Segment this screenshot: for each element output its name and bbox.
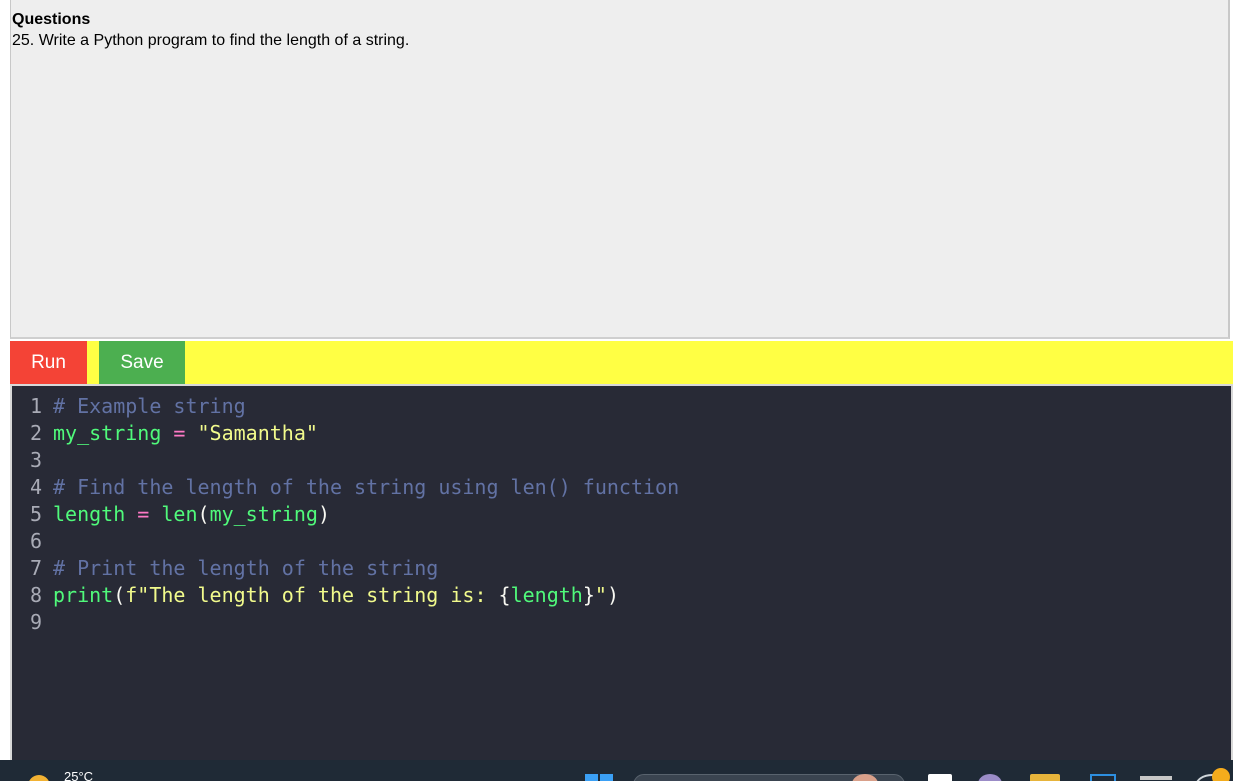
mail-app-icon[interactable] <box>1140 776 1172 780</box>
line-number: 9 <box>30 610 43 634</box>
question-panel: Questions 25. Write a Python program to … <box>10 0 1230 339</box>
code-token: print <box>53 583 114 607</box>
code-line[interactable]: 7 # Print the length of the string <box>30 555 679 582</box>
file-explorer-icon[interactable] <box>1030 774 1060 781</box>
code-line[interactable]: 6 <box>30 528 679 555</box>
line-content[interactable]: # Print the length of the string <box>52 555 438 582</box>
run-button[interactable]: Run <box>10 341 87 384</box>
editor-toolbar: Run Save <box>10 341 1233 384</box>
code-token: ) <box>317 502 330 526</box>
code-token: } <box>582 583 595 607</box>
line-number: 5 <box>30 502 43 526</box>
code-line[interactable]: 9 <box>30 609 679 636</box>
code-token: f"The length of the string is: <box>125 583 499 607</box>
code-line[interactable]: 8 print(f"The length of the string is: {l… <box>30 582 679 609</box>
line-content[interactable] <box>52 528 53 555</box>
line-content[interactable]: print(f"The length of the string is: {le… <box>52 582 619 609</box>
code-line[interactable]: 3 <box>30 447 679 474</box>
code-token: = <box>173 421 186 445</box>
line-content[interactable] <box>52 609 53 636</box>
line-content[interactable] <box>52 447 53 474</box>
line-number: 8 <box>30 583 43 607</box>
chat-app-icon[interactable] <box>978 774 1002 781</box>
code-token: # Print the length of the string <box>53 556 439 580</box>
line-number: 4 <box>30 475 43 499</box>
code-token: my_string <box>53 421 162 445</box>
question-heading: Questions <box>12 11 91 28</box>
store-app-icon[interactable] <box>1090 774 1116 781</box>
question-text: 25. Write a Python program to find the l… <box>12 32 410 49</box>
weather-sun-icon[interactable] <box>28 775 50 781</box>
code-token: length <box>510 583 583 607</box>
line-content[interactable]: # Example string <box>52 393 246 420</box>
line-content[interactable]: my_string = "Samantha" <box>52 420 318 447</box>
code-token: ( <box>113 583 126 607</box>
code-token: # Find the length of the string using le… <box>53 475 680 499</box>
task-view-icon[interactable] <box>928 774 952 781</box>
code-editor[interactable]: 1 # Example string 2 my_string = "Samantha"… <box>10 384 1233 760</box>
windows-start-icon[interactable] <box>585 774 613 781</box>
line-number: 2 <box>30 421 43 445</box>
code-token: "Samantha" <box>197 421 318 445</box>
line-number: 6 <box>30 529 43 553</box>
line-number: 3 <box>30 448 43 472</box>
line-content[interactable]: length = len(my_string) <box>52 501 330 528</box>
code-token: { <box>498 583 511 607</box>
code-token: ( <box>197 502 210 526</box>
code-token: my_string <box>209 502 318 526</box>
code-token: length <box>53 502 126 526</box>
code-line[interactable]: 4 # Find the length of the string using l… <box>30 474 679 501</box>
code-token: ) <box>606 583 619 607</box>
code-token: " <box>594 583 607 607</box>
notification-badge-icon[interactable] <box>1212 768 1230 781</box>
code-token: # Example string <box>53 394 246 418</box>
code-token: len <box>161 502 198 526</box>
line-number: 7 <box>30 556 43 580</box>
taskbar: 25°C <box>0 760 1233 781</box>
weather-temperature[interactable]: 25°C <box>64 769 93 781</box>
code-line[interactable]: 1 # Example string <box>30 393 679 420</box>
code-lines[interactable]: 1 # Example string 2 my_string = "Samantha"… <box>30 393 679 636</box>
code-line[interactable]: 5 length = len(my_string) <box>30 501 679 528</box>
line-number: 1 <box>30 394 43 418</box>
save-button[interactable]: Save <box>99 341 185 384</box>
code-line[interactable]: 2 my_string = "Samantha" <box>30 420 679 447</box>
line-content[interactable]: # Find the length of the string using le… <box>52 474 679 501</box>
code-token: = <box>137 502 150 526</box>
